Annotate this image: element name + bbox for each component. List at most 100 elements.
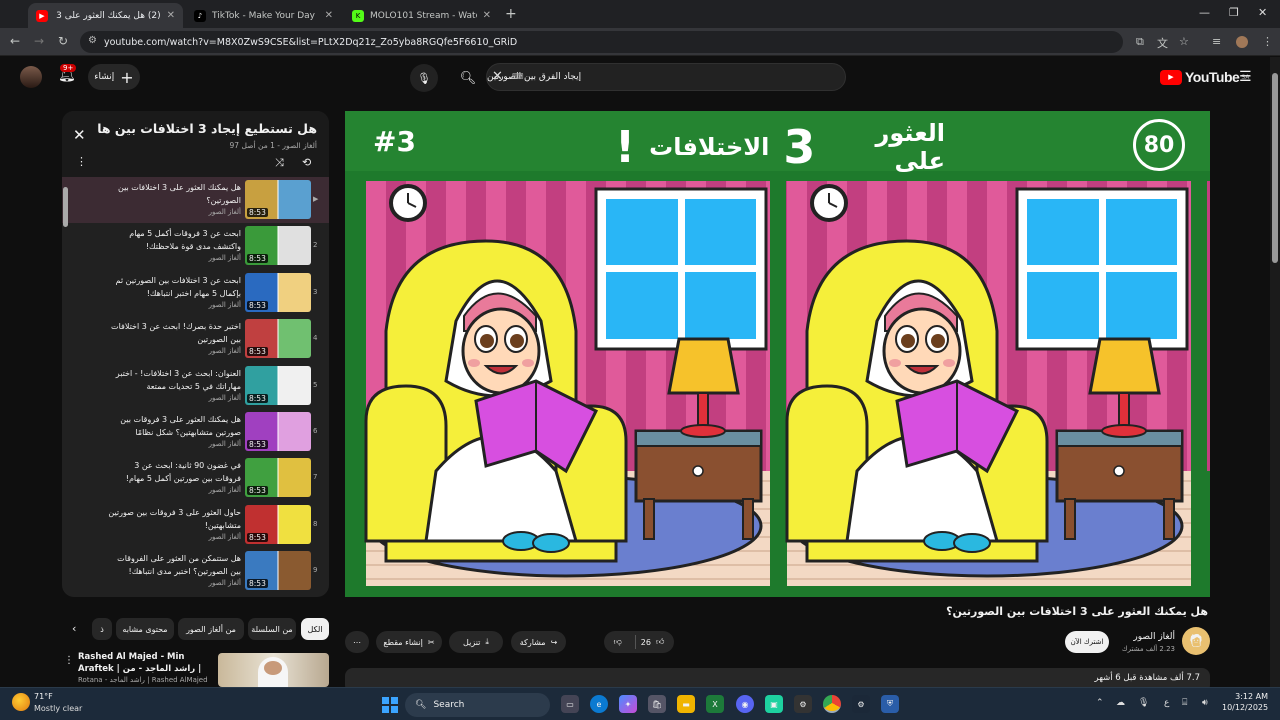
new-tab-button[interactable]: + bbox=[505, 6, 517, 22]
system-clock[interactable]: 3:12 AM 10/12/2025 bbox=[1222, 692, 1268, 712]
close-tab-icon[interactable]: ✕ bbox=[167, 10, 175, 21]
chip-related[interactable]: محتوى مشابه bbox=[116, 618, 174, 640]
playlist-item[interactable]: ▶ 8:53 هل يمكنك العثور على 3 اختلافات بين … bbox=[62, 177, 329, 223]
more-options-icon[interactable]: ⋮ bbox=[76, 155, 87, 168]
microphone-icon[interactable]: 🎙︎ bbox=[1138, 698, 1149, 708]
chevron-left-icon[interactable]: ‹ bbox=[72, 622, 76, 635]
discord-icon[interactable]: ◉ bbox=[736, 695, 754, 713]
tiktok-icon: ♪ bbox=[194, 9, 206, 22]
store-icon[interactable]: 🛍︎ bbox=[648, 695, 666, 713]
chevron-up-icon[interactable]: ⌃ bbox=[1096, 698, 1104, 708]
language-indicator[interactable]: ع bbox=[1164, 698, 1169, 708]
tab-tiktok[interactable]: ♪ TikTok - Make Your Day ✕ bbox=[186, 3, 341, 28]
steam-icon[interactable]: ⚙ bbox=[852, 695, 870, 713]
close-tab-icon[interactable]: ✕ bbox=[325, 10, 333, 21]
voice-search-icon[interactable]: 🎙︎ bbox=[410, 64, 438, 92]
subscribe-button[interactable]: اشترك الآن bbox=[1065, 631, 1109, 653]
chip-from-series[interactable]: من السلسلة bbox=[248, 618, 296, 640]
playlist-item[interactable]: 6 8:53 هل يمكنك العثور على 3 فروقات بين صو… bbox=[62, 409, 329, 455]
share-button[interactable]: مشاركة ↪ bbox=[511, 631, 566, 653]
reading-list-icon[interactable]: ≡ bbox=[1212, 35, 1221, 48]
playlist-item[interactable]: 2 8:53 ابحث عن 3 فروقات أكمل 5 مهام واكتشف… bbox=[62, 223, 329, 269]
close-icon[interactable]: ✕ bbox=[73, 126, 86, 144]
close-tab-icon[interactable]: ✕ bbox=[483, 10, 491, 21]
playlist-title[interactable]: هل تستطيع إيجاد 3 اختلافات بين هاتين الص… bbox=[97, 121, 317, 136]
excel-icon[interactable]: X bbox=[706, 695, 724, 713]
tab-youtube[interactable]: ▶ (2) هل يمكنك العثور على 3 اختلاف ✕ bbox=[28, 3, 183, 28]
account-avatar[interactable] bbox=[20, 66, 42, 88]
cloud-icon[interactable]: ☁ bbox=[1116, 698, 1125, 708]
windows-start-icon[interactable] bbox=[382, 697, 398, 713]
taskbar-search[interactable]: 🔍︎ Search bbox=[405, 693, 550, 717]
weather-icon[interactable] bbox=[12, 693, 30, 711]
maximize-button[interactable]: ❐ bbox=[1229, 6, 1239, 19]
chip-from-channel[interactable]: من ألغاز الصور bbox=[178, 618, 244, 640]
reload-icon[interactable]: ↻ bbox=[58, 34, 68, 48]
network-icon[interactable]: ⌸ bbox=[1182, 698, 1187, 708]
youtube-logo[interactable]: ▶ YouTube SA bbox=[1160, 69, 1249, 85]
playlist-item-title: ابحث عن 3 فروقات أكمل 5 مهام واكتشف مدى … bbox=[129, 229, 241, 252]
search-input[interactable]: إيجاد الفرق بين الصورتين bbox=[486, 63, 846, 91]
file-explorer-icon[interactable]: ▬ bbox=[677, 695, 695, 713]
tab-kick[interactable]: K MOLO101 Stream - Watch Live ✕ bbox=[344, 3, 499, 28]
search-icon[interactable]: 🔍︎ bbox=[454, 64, 482, 92]
playlist-index: ▶ bbox=[313, 195, 319, 203]
site-info-icon[interactable]: ⚙ bbox=[88, 35, 97, 46]
download-button[interactable]: تنزيل ⤓ bbox=[449, 631, 503, 653]
translate-icon[interactable]: 文 bbox=[1157, 35, 1168, 51]
shuffle-icon[interactable]: ⤨ bbox=[275, 156, 284, 170]
chrome-menu-icon[interactable]: ⋮ bbox=[1262, 35, 1273, 48]
playlist-item-channel: ألغاز الصور bbox=[208, 440, 241, 448]
security-shield-icon[interactable]: ⛨ bbox=[881, 695, 899, 713]
weather-condition[interactable]: Mostly clear bbox=[34, 704, 82, 713]
volume-icon[interactable]: 🔊︎ bbox=[1202, 698, 1208, 708]
minimize-button[interactable]: — bbox=[1199, 6, 1210, 19]
more-options-icon[interactable]: ⋮ bbox=[64, 655, 74, 666]
description-box[interactable]: 7.7 ألف مشاهدة قبل 6 أشهر bbox=[345, 668, 1210, 687]
channel-name[interactable]: ألغاز الصور bbox=[1133, 632, 1175, 642]
clip-button[interactable]: إنشاء مقطع ✂ bbox=[376, 631, 442, 653]
weather-temp[interactable]: 71°F bbox=[34, 692, 53, 701]
page-scrollbar[interactable] bbox=[1270, 57, 1280, 687]
puzzle-image-right[interactable] bbox=[785, 181, 1210, 586]
dislike-icon[interactable]: 👎︎ bbox=[614, 637, 622, 647]
like-count[interactable]: 26 bbox=[641, 638, 651, 647]
playlist-item[interactable]: 9 8:53 هل ستتمكن من العثور على الفروقات بي… bbox=[62, 548, 329, 594]
channel-avatar[interactable]: 🧑︎ bbox=[1182, 627, 1210, 655]
back-icon[interactable]: ← bbox=[10, 34, 20, 48]
chrome-icon[interactable] bbox=[823, 695, 841, 713]
playlist-item[interactable]: 3 8:53 ابحث عن 3 اختلافات بين الصورتين ثم … bbox=[62, 270, 329, 316]
next-video-item[interactable]: ⋮ Rashed Al Majed - Min Araftek | راشد ا… bbox=[62, 651, 329, 687]
more-actions-button[interactable]: ⋯ bbox=[345, 631, 369, 653]
url-field[interactable]: ⚙ youtube.com/watch?v=M8X0ZwS9CSE&list=P… bbox=[80, 31, 1123, 53]
bookmark-star-icon[interactable]: ☆ bbox=[1179, 35, 1189, 48]
page-scroll-thumb[interactable] bbox=[1272, 73, 1278, 263]
loop-icon[interactable]: ⟲ bbox=[302, 156, 311, 169]
like-icon[interactable]: 👍︎ bbox=[656, 637, 664, 647]
playlist-item[interactable]: 8 8:53 حاول العثور على 3 فروقات بين صورتين… bbox=[62, 502, 329, 548]
app-icon[interactable]: ▣ bbox=[765, 695, 783, 713]
puzzle-image-left[interactable] bbox=[364, 181, 806, 586]
forward-icon[interactable]: → bbox=[34, 34, 44, 48]
create-button[interactable]: إنشاء + bbox=[88, 64, 140, 90]
copilot-icon[interactable]: ✦ bbox=[619, 695, 637, 713]
task-view-icon[interactable]: ▭ bbox=[561, 695, 579, 713]
playlist-item[interactable]: 5 8:53 العنوان: ابحث عن 3 اختلافات! - اختب… bbox=[62, 363, 329, 409]
chip-more[interactable]: ذ bbox=[92, 618, 112, 640]
notifications-bell-icon[interactable]: 🔔︎ 9+ bbox=[58, 64, 77, 83]
settings-icon[interactable]: ⚙ bbox=[794, 695, 812, 713]
playlist-scrollbar[interactable] bbox=[62, 177, 68, 597]
video-player[interactable]: #3 العثور على 3 الاختلافات ! 80 bbox=[345, 111, 1210, 597]
menu-icon[interactable]: ☰ bbox=[1239, 69, 1252, 85]
playlist-item[interactable]: 7 8:53 في غضون 90 ثانية: ابحث عن 3 فروقات … bbox=[62, 455, 329, 501]
playlist-scroll-thumb[interactable] bbox=[63, 187, 68, 227]
edge-icon[interactable]: e bbox=[590, 695, 608, 713]
close-window-button[interactable]: ✕ bbox=[1258, 6, 1267, 19]
playlist-item[interactable]: 4 8:53 اختبر حدة بصرك! ابحث عن 3 اختلافات … bbox=[62, 316, 329, 362]
keyboard-icon[interactable]: ⌨ bbox=[512, 72, 524, 81]
countdown-timer: 80 bbox=[1133, 119, 1185, 171]
cast-icon[interactable]: ⧉ bbox=[1136, 35, 1144, 49]
chip-all[interactable]: الكل bbox=[301, 618, 329, 640]
clear-search-icon[interactable]: ✕ bbox=[492, 69, 503, 84]
profile-avatar[interactable] bbox=[1236, 36, 1248, 48]
